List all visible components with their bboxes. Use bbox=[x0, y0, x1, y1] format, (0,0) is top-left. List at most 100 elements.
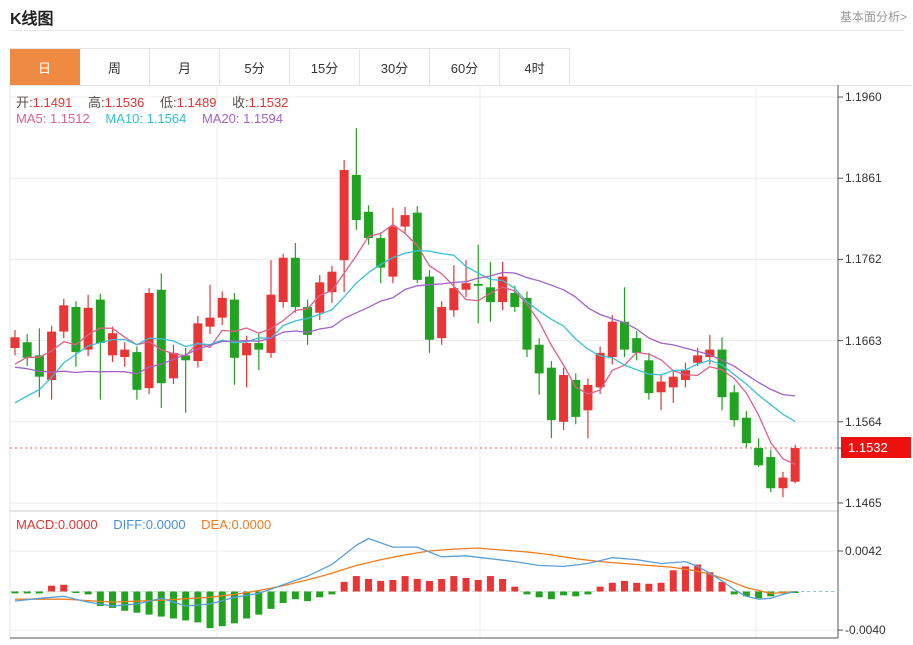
macd-bar bbox=[170, 592, 177, 619]
candle-body-up bbox=[669, 377, 678, 388]
candle-body-up bbox=[11, 337, 20, 348]
macd-bar bbox=[133, 592, 140, 613]
candle-body-up bbox=[608, 322, 617, 357]
price-axis-label: 1.1564 bbox=[845, 415, 882, 429]
candle-body-down bbox=[364, 212, 373, 238]
ma20-label: MA20: bbox=[202, 111, 240, 126]
last-price-value: 1.1532 bbox=[848, 440, 888, 455]
candle-body-up bbox=[266, 295, 275, 353]
candle-body-up bbox=[315, 282, 324, 312]
macd-axis-label: 0.0042 bbox=[845, 544, 882, 558]
candle-body-down bbox=[620, 322, 629, 350]
candle-body-up bbox=[449, 288, 458, 310]
ma10-line bbox=[15, 251, 795, 422]
ma5-label: MA5: bbox=[16, 111, 46, 126]
macd-bar bbox=[280, 592, 287, 604]
macd-bar bbox=[633, 583, 640, 592]
macd-label: MACD: bbox=[16, 517, 58, 532]
ma10-value: 1.1564 bbox=[147, 111, 187, 126]
ma5-value: 1.1512 bbox=[50, 111, 90, 126]
macd-bar bbox=[438, 579, 445, 592]
diff-line bbox=[15, 539, 795, 607]
candle-body-up bbox=[401, 215, 410, 226]
macd-bar bbox=[536, 592, 543, 598]
candle-body-down bbox=[754, 448, 763, 465]
candle-body-down bbox=[425, 277, 434, 340]
candle-body-up bbox=[437, 307, 446, 338]
macd-bar bbox=[572, 592, 579, 597]
candle-body-up bbox=[596, 353, 605, 387]
macd-bar bbox=[609, 583, 616, 592]
close-label: 收: bbox=[232, 95, 249, 110]
candle-body-down bbox=[352, 175, 361, 220]
candle-body-up bbox=[108, 333, 117, 355]
macd-bar bbox=[694, 564, 701, 591]
price-axis-label: 1.1663 bbox=[845, 334, 882, 348]
candle-body-down bbox=[766, 457, 775, 488]
macd-bar bbox=[511, 587, 518, 592]
macd-bar bbox=[560, 592, 567, 596]
macd-bar bbox=[267, 592, 274, 609]
last-price-tag: 1.1532 bbox=[841, 437, 911, 458]
macd-bar bbox=[292, 592, 299, 600]
candle-body-down bbox=[742, 418, 751, 443]
macd-bar bbox=[658, 583, 665, 592]
macd-bar bbox=[48, 586, 55, 592]
macd-bar bbox=[194, 592, 201, 623]
macd-bar bbox=[365, 579, 372, 592]
candle-body-down bbox=[547, 368, 556, 420]
candle-body-down bbox=[35, 355, 44, 376]
candle-body-up bbox=[340, 170, 349, 260]
macd-bar bbox=[255, 592, 262, 615]
macd-bar bbox=[584, 592, 591, 595]
ma5-line bbox=[15, 225, 795, 465]
macd-bar bbox=[755, 592, 762, 599]
macd-bar bbox=[353, 576, 360, 591]
candle-body-up bbox=[206, 318, 215, 327]
macd-bar bbox=[499, 579, 506, 592]
ma20-value: 1.1594 bbox=[243, 111, 283, 126]
candle-body-up bbox=[327, 272, 336, 293]
candle-body-up bbox=[120, 350, 129, 357]
candle-body-down bbox=[571, 380, 580, 417]
candle-body-up bbox=[218, 298, 227, 318]
macd-bar bbox=[621, 581, 628, 592]
candle-body-down bbox=[157, 290, 166, 384]
macd-bar bbox=[328, 592, 335, 595]
close-value: 1.1532 bbox=[249, 95, 289, 110]
candle-body-down bbox=[632, 338, 641, 353]
macd-axis-label: -0.0040 bbox=[845, 623, 886, 637]
price-axis-label: 1.1861 bbox=[845, 171, 882, 185]
macd-bar bbox=[146, 592, 153, 615]
candle-body-up bbox=[84, 308, 93, 350]
macd-bar bbox=[487, 576, 494, 591]
macd-bar bbox=[731, 592, 738, 595]
macd-bar bbox=[475, 580, 482, 592]
candle-body-down bbox=[254, 343, 263, 350]
candle-body-down bbox=[230, 300, 239, 358]
candle-body-up bbox=[583, 385, 592, 410]
candle-body-down bbox=[132, 352, 141, 390]
macd-bar bbox=[426, 581, 433, 592]
ma-readout: MA5: 1.1512 MA10: 1.1564 MA20: 1.1594 bbox=[16, 111, 283, 126]
candle-body-down bbox=[718, 350, 727, 398]
ma10-label: MA10: bbox=[105, 111, 143, 126]
candle-body-down bbox=[23, 342, 32, 358]
macd-readout: MACD:0.0000 DIFF:0.0000 DEA:0.0000 bbox=[16, 517, 271, 532]
candle-body-up bbox=[59, 305, 68, 331]
macd-bar bbox=[60, 585, 67, 592]
macd-bar bbox=[402, 576, 409, 591]
macd-bar bbox=[523, 592, 530, 595]
macd-bar bbox=[450, 576, 457, 591]
candle-body-up bbox=[693, 355, 702, 362]
diff-label: DIFF: bbox=[113, 517, 146, 532]
candle-body-up bbox=[778, 478, 787, 489]
high-value: 1.1536 bbox=[105, 95, 145, 110]
price-axis-label: 1.1960 bbox=[845, 90, 882, 104]
macd-bar bbox=[670, 570, 677, 591]
candle-body-down bbox=[730, 392, 739, 420]
candle-body-up bbox=[791, 448, 800, 482]
dea-value: 0.0000 bbox=[232, 517, 272, 532]
candle-body-down bbox=[303, 307, 312, 335]
high-label: 高: bbox=[88, 95, 105, 110]
